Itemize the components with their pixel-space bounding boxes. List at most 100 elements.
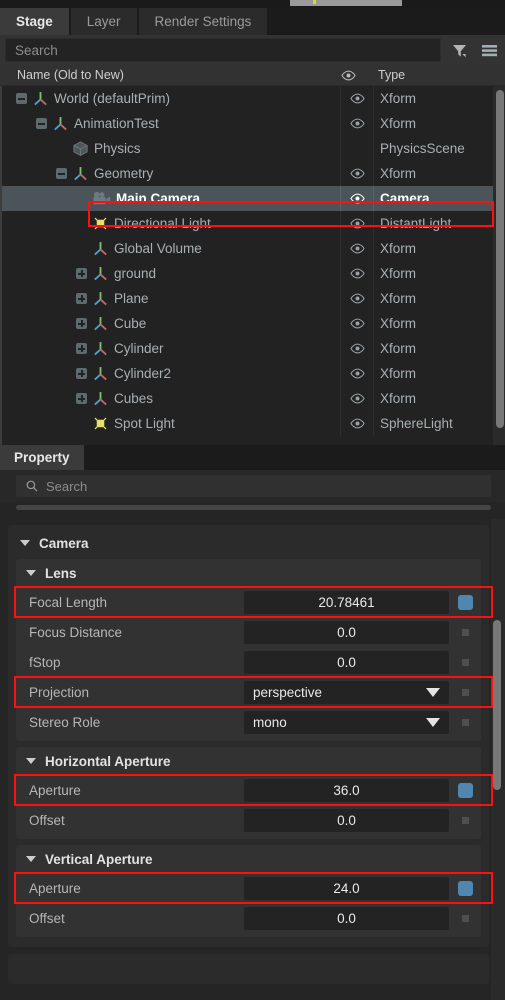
column-divider	[373, 386, 374, 411]
property-authored-marker[interactable]	[449, 914, 481, 922]
visibility-eye-icon[interactable]	[343, 293, 371, 304]
tree-row[interactable]: Cubes Xform	[2, 386, 505, 411]
property-value-dropdown[interactable]: perspective	[244, 680, 449, 704]
light-icon	[92, 215, 109, 232]
tab-render-settings[interactable]: Render Settings	[138, 8, 268, 35]
tree-row[interactable]: World (defaultPrim) Xform	[2, 86, 505, 111]
xform-axis-icon	[92, 390, 109, 407]
column-header-name[interactable]: Name (Old to New)	[0, 68, 124, 82]
tree-row[interactable]: Cube Xform	[2, 311, 505, 336]
stage-scrollbar-thumb[interactable]	[496, 90, 504, 428]
visibility-eye-icon[interactable]	[343, 268, 371, 279]
property-value-dropdown[interactable]: mono	[244, 710, 449, 734]
column-header-type[interactable]: Type	[378, 68, 405, 82]
tree-row-label: Cylinder	[114, 341, 164, 356]
tree-row[interactable]: AnimationTest Xform	[2, 111, 505, 136]
property-value-input[interactable]: 0.0	[244, 620, 449, 644]
property-authored-marker[interactable]	[449, 816, 481, 824]
property-scrollbar-thumb[interactable]	[493, 620, 501, 790]
expander-plus-icon[interactable]	[76, 268, 87, 279]
visibility-eye-icon[interactable]	[343, 318, 371, 329]
property-subgroup: Lens Focal Length 20.78461 Focus Distance 0.…	[16, 559, 481, 741]
property-authored-marker[interactable]	[449, 688, 481, 696]
tab-stage[interactable]: Stage	[0, 8, 69, 35]
property-value-input[interactable]: 36.0	[244, 778, 449, 802]
filter-funnel-icon[interactable]	[447, 38, 471, 62]
stage-search-input[interactable]: Search	[5, 38, 441, 62]
visibility-eye-icon[interactable]	[343, 118, 371, 129]
group-header-camera[interactable]: Camera	[8, 529, 489, 557]
default-value-dot	[461, 688, 469, 696]
visibility-eye-icon[interactable]	[343, 393, 371, 404]
visibility-eye-icon[interactable]	[343, 418, 371, 429]
expander-plus-icon[interactable]	[76, 393, 87, 404]
property-body: Camera Lens Focal Length 20.78461 Focus Dis…	[0, 519, 505, 1000]
light-icon	[92, 415, 109, 432]
expander-plus-icon[interactable]	[76, 318, 87, 329]
property-value-input[interactable]: 20.78461	[244, 590, 449, 614]
visibility-eye-icon[interactable]	[343, 343, 371, 354]
tree-row[interactable]: Main Camera Camera	[2, 186, 505, 211]
subgroup-header[interactable]: Horizontal Aperture	[16, 747, 481, 775]
tree-row[interactable]: Cylinder Xform	[2, 336, 505, 361]
default-value-dot	[461, 718, 469, 726]
property-authored-marker[interactable]	[449, 594, 481, 610]
property-row: fStop 0.0	[16, 647, 481, 677]
property-authored-marker[interactable]	[449, 718, 481, 726]
property-authored-marker[interactable]	[449, 782, 481, 798]
tree-row-type: Xform	[380, 391, 417, 406]
tree-row[interactable]: Plane Xform	[2, 286, 505, 311]
tab-property[interactable]: Property	[0, 445, 84, 470]
expander-minus-icon[interactable]	[56, 168, 67, 179]
property-value-input[interactable]: 24.0	[244, 876, 449, 900]
visibility-eye-icon[interactable]	[343, 168, 371, 179]
expander-plus-icon[interactable]	[76, 368, 87, 379]
property-label: Stereo Role	[29, 714, 101, 730]
tree-row[interactable]: Directional Light DistantLight	[2, 211, 505, 236]
tree-row-type: Xform	[380, 91, 417, 106]
expander-plus-icon[interactable]	[76, 343, 87, 354]
property-value-input[interactable]: 0.0	[244, 906, 449, 930]
chevron-down-icon[interactable]	[426, 717, 440, 727]
tree-row-type: DistantLight	[380, 216, 452, 231]
tree-row-name-cell: Directional Light	[76, 215, 211, 232]
column-divider	[373, 411, 374, 436]
chevron-down-icon[interactable]	[426, 687, 440, 697]
tree-row-label: Plane	[114, 291, 149, 306]
property-authored-marker[interactable]	[449, 880, 481, 896]
property-value-input[interactable]: 0.0	[244, 808, 449, 832]
tree-row[interactable]: Geometry Xform	[2, 161, 505, 186]
tree-row-name-cell: ground	[76, 265, 156, 282]
tree-row[interactable]: Physics PhysicsScene	[2, 136, 505, 161]
visibility-eye-icon[interactable]	[343, 93, 371, 104]
property-authored-marker[interactable]	[449, 628, 481, 636]
tree-row-name-cell: Cylinder	[76, 340, 164, 357]
property-value-input[interactable]: 0.0	[244, 650, 449, 674]
property-label: Aperture	[29, 782, 81, 798]
property-authored-marker[interactable]	[449, 658, 481, 666]
property-value-text: 0.0	[337, 654, 356, 670]
property-value-text: perspective	[253, 684, 323, 700]
expander-plus-icon[interactable]	[76, 293, 87, 304]
property-horizontal-scrollbar[interactable]	[16, 505, 491, 510]
column-header-visibility-eye-icon[interactable]	[341, 70, 369, 81]
visibility-eye-icon[interactable]	[343, 193, 371, 204]
expander-minus-icon[interactable]	[36, 118, 47, 129]
subgroup-header[interactable]: Lens	[16, 559, 481, 587]
tree-row-name-cell: AnimationTest	[36, 115, 159, 132]
visibility-eye-icon[interactable]	[343, 218, 371, 229]
tree-row[interactable]: Cylinder2 Xform	[2, 361, 505, 386]
expander-minus-icon[interactable]	[16, 93, 27, 104]
tab-layer[interactable]: Layer	[70, 8, 137, 35]
tree-row[interactable]: ground Xform	[2, 261, 505, 286]
subgroup-header[interactable]: Vertical Aperture	[16, 845, 481, 873]
top-chip-right	[338, 0, 402, 6]
property-search-input[interactable]: Search	[16, 475, 491, 497]
visibility-eye-icon[interactable]	[343, 243, 371, 254]
tree-row[interactable]: Spot Light SphereLight	[2, 411, 505, 436]
visibility-eye-icon[interactable]	[343, 368, 371, 379]
tree-row[interactable]: Global Volume Xform	[2, 236, 505, 261]
hamburger-menu-icon[interactable]	[477, 38, 501, 62]
